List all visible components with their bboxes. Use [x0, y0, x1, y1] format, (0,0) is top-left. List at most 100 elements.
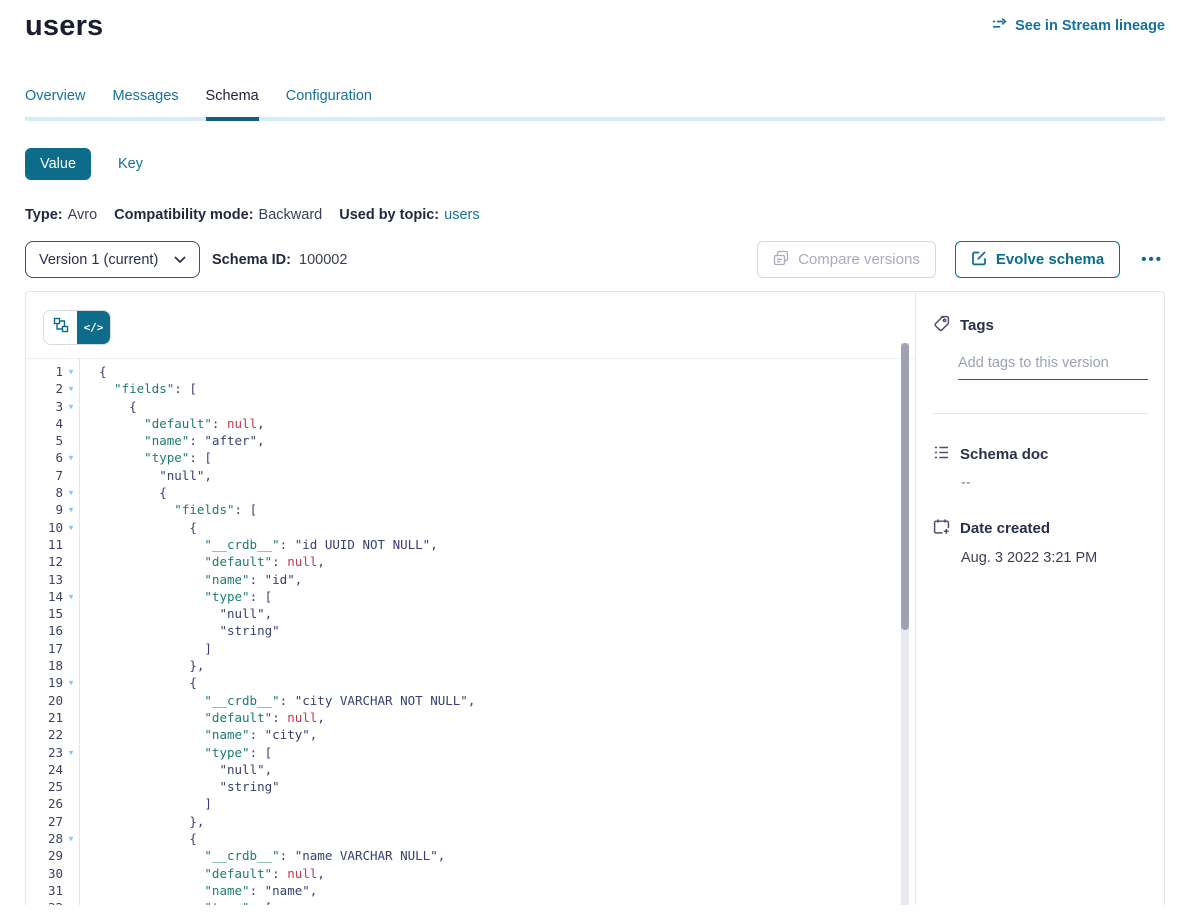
line-number: 7	[26, 467, 63, 484]
line-number: 27	[26, 813, 63, 830]
code-text: ]	[79, 795, 212, 812]
line-number: 21	[26, 709, 63, 726]
tag-icon	[933, 315, 950, 336]
code-text: "fields": [	[79, 501, 257, 518]
fold-arrow-icon[interactable]: ▼	[63, 449, 79, 466]
code-line-30: 30"default": null,	[26, 865, 915, 882]
chevron-down-icon	[174, 252, 186, 268]
schema-doc-value: --	[961, 475, 1148, 491]
code-text: "__crdb__": "id UUID NOT NULL",	[79, 536, 438, 553]
code-line-24: 24"null",	[26, 761, 915, 778]
evolve-schema-label: Evolve schema	[996, 251, 1104, 268]
line-number: 18	[26, 657, 63, 674]
value-tab-button[interactable]: Value	[25, 148, 91, 180]
tab-overview[interactable]: Overview	[25, 88, 85, 117]
line-number: 13	[26, 571, 63, 588]
fold-arrow-icon[interactable]: ▼	[63, 380, 79, 397]
line-number: 22	[26, 726, 63, 743]
code-line-32: 32▼"type": [	[26, 899, 915, 905]
fold-arrow-icon[interactable]: ▼	[63, 744, 79, 761]
evolve-schema-button[interactable]: Evolve schema	[955, 241, 1120, 278]
compare-versions-label: Compare versions	[798, 251, 920, 268]
code-text: "name": "name",	[79, 882, 317, 899]
add-tags-input[interactable]	[958, 355, 1148, 380]
fold-spacer	[63, 657, 79, 674]
tab-bar: Overview Messages Schema Configuration	[25, 88, 1165, 121]
list-icon	[933, 444, 950, 465]
tree-view-button[interactable]	[44, 311, 77, 344]
meta-item-2: Used by topic:users	[339, 207, 479, 223]
code-text: "default": null,	[79, 553, 325, 570]
code-text: },	[79, 657, 204, 674]
see-in-stream-lineage-link[interactable]: See in Stream lineage	[992, 16, 1165, 36]
version-actions: Compare versions Evolve schema •••	[757, 241, 1165, 278]
code-line-31: 31 "name": "name",	[26, 882, 915, 899]
line-number: 32	[26, 899, 63, 905]
fold-spacer	[63, 778, 79, 795]
editor-scrollbar-thumb[interactable]	[901, 343, 909, 630]
code-text: "null",	[79, 761, 272, 778]
fold-spacer	[63, 847, 79, 864]
line-number: 23	[26, 744, 63, 761]
edit-icon	[971, 250, 987, 270]
line-number: 14	[26, 588, 63, 605]
schema-id-value: 100002	[299, 252, 347, 268]
fold-spacer	[63, 415, 79, 432]
tab-schema[interactable]: Schema	[206, 88, 259, 117]
code-text: "fields": [	[79, 380, 197, 397]
line-number: 16	[26, 622, 63, 639]
fold-arrow-icon[interactable]: ▼	[63, 484, 79, 501]
fold-arrow-icon[interactable]: ▼	[63, 830, 79, 847]
fold-arrow-icon[interactable]: ▼	[63, 398, 79, 415]
code-view-button[interactable]: </>	[77, 311, 110, 344]
meta-value: Avro	[68, 207, 98, 223]
editor-scrollbar-track[interactable]	[901, 343, 909, 905]
schema-id: Schema ID: 100002	[212, 252, 347, 268]
version-select[interactable]: Version 1 (current)	[25, 241, 200, 278]
fold-spacer	[63, 622, 79, 639]
code-text: "name": "city",	[79, 726, 317, 743]
fold-spacer	[63, 795, 79, 812]
fold-arrow-icon[interactable]: ▼	[63, 899, 79, 905]
more-actions-button[interactable]: •••	[1139, 247, 1165, 272]
fold-spacer	[63, 467, 79, 484]
schema-doc-heading: Schema doc	[960, 446, 1048, 463]
line-number: 31	[26, 882, 63, 899]
schema-meta-row: Type:AvroCompatibility mode:BackwardUsed…	[25, 207, 1165, 223]
date-created-section: Date created Aug. 3 2022 3:21 PM	[933, 518, 1148, 566]
code-text: {	[79, 363, 107, 380]
code-line-3: 3▼{	[26, 398, 915, 415]
code-text: "name": "id",	[79, 571, 302, 588]
code-text: "default": null,	[79, 865, 325, 882]
fold-arrow-icon[interactable]: ▼	[63, 519, 79, 536]
tab-messages[interactable]: Messages	[112, 88, 178, 117]
fold-arrow-icon[interactable]: ▼	[63, 674, 79, 691]
key-tab-button[interactable]: Key	[118, 156, 143, 172]
tree-view-icon	[53, 317, 69, 338]
line-number: 29	[26, 847, 63, 864]
code-text: "type": [	[79, 588, 272, 605]
code-line-11: 11"__crdb__": "id UUID NOT NULL",	[26, 536, 915, 553]
lineage-link-label: See in Stream lineage	[1015, 18, 1165, 34]
fold-spacer	[63, 813, 79, 830]
fold-arrow-icon[interactable]: ▼	[63, 501, 79, 518]
date-created-heading-row: Date created	[933, 518, 1148, 539]
schema-code-editor[interactable]: 1▼{2▼"fields": [3▼{4"default": null,5"na…	[26, 358, 915, 905]
fold-spacer	[63, 605, 79, 622]
line-number: 12	[26, 553, 63, 570]
fold-spacer	[63, 692, 79, 709]
line-number: 9	[26, 501, 63, 518]
line-number: 17	[26, 640, 63, 657]
fold-arrow-icon[interactable]: ▼	[63, 363, 79, 380]
line-number: 15	[26, 605, 63, 622]
tab-configuration[interactable]: Configuration	[286, 88, 372, 117]
meta-value-link[interactable]: users	[444, 207, 479, 223]
fold-spacer	[63, 553, 79, 570]
value-key-toggle: Value Key	[25, 148, 1165, 180]
line-number: 3	[26, 398, 63, 415]
code-line-14: 14▼"type": [	[26, 588, 915, 605]
fold-spacer	[63, 536, 79, 553]
fold-arrow-icon[interactable]: ▼	[63, 588, 79, 605]
schema-doc-heading-row: Schema doc	[933, 444, 1148, 465]
schema-panel: </> 1▼{2▼"fields": [3▼{4"default": null,…	[25, 291, 1165, 905]
